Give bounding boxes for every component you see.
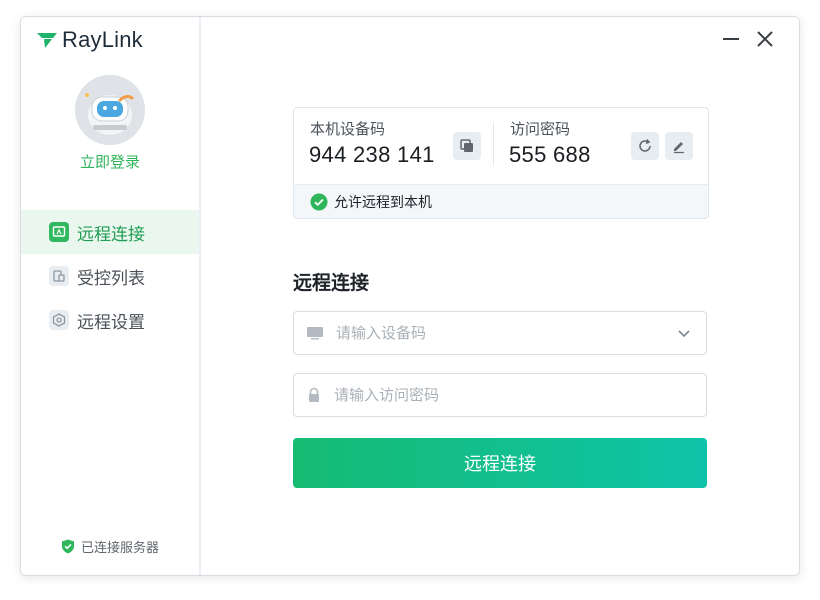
app-window: RayLink 立即登录 远程连接 受控列表 远程设置 已连接服务器 本机设备码… (20, 16, 800, 576)
login-link[interactable]: 立即登录 (21, 151, 199, 172)
sidebar-item-label: 远程设置 (77, 312, 145, 333)
avatar[interactable] (75, 75, 145, 145)
refresh-icon (639, 139, 651, 152)
minimize-icon (723, 38, 739, 40)
allow-remote-row[interactable]: 允许远程到本机 (294, 184, 708, 218)
close-icon (757, 31, 773, 47)
avatar-illustration-icon (75, 75, 145, 145)
edit-icon (674, 142, 684, 154)
sidebar-nav: 远程连接 受控列表 远程设置 (21, 210, 199, 342)
check-circle-icon (310, 193, 328, 210)
close-button[interactable] (753, 27, 777, 51)
password-label: 访问密码 (510, 120, 571, 138)
settings-icon (49, 310, 69, 330)
minimize-button[interactable] (719, 27, 743, 51)
password-input-box[interactable] (293, 373, 707, 417)
device-code-label: 本机设备码 (310, 120, 386, 138)
server-status: 已连接服务器 (21, 537, 199, 556)
sidebar: RayLink 立即登录 远程连接 受控列表 远程设置 已连接服务器 (21, 17, 201, 575)
lock-icon (309, 387, 319, 402)
password-value: 555 688 (509, 142, 591, 167)
card-divider (493, 122, 494, 166)
sidebar-item-controlled-list[interactable]: 受控列表 (21, 254, 199, 298)
refresh-password-button[interactable] (631, 132, 659, 160)
controlled-list-icon (49, 266, 69, 286)
copy-device-code-button[interactable] (453, 132, 481, 160)
raylink-logo-icon (37, 33, 57, 48)
remote-connect-icon (49, 222, 69, 242)
app-logo: RayLink (36, 27, 143, 53)
chevron-down-icon[interactable] (676, 325, 692, 341)
password-input[interactable] (332, 385, 706, 405)
allow-remote-label: 允许远程到本机 (334, 194, 432, 211)
shield-check-icon (61, 539, 74, 554)
connect-button[interactable]: 远程连接 (293, 438, 707, 488)
sidebar-item-remote-settings[interactable]: 远程设置 (21, 298, 199, 342)
device-info-card: 本机设备码 944 238 141 访问密码 555 688 允许远程到本机 (293, 107, 709, 219)
main-panel: 本机设备码 944 238 141 访问密码 555 688 允许远程到本机 远… (201, 17, 799, 575)
sidebar-item-label: 远程连接 (77, 224, 145, 245)
monitor-icon (307, 327, 323, 340)
edit-password-button[interactable] (665, 132, 693, 160)
device-code-input[interactable] (334, 323, 666, 343)
device-code-input-box[interactable] (293, 311, 707, 355)
sidebar-item-label: 受控列表 (77, 268, 145, 289)
app-name: RayLink (62, 27, 143, 52)
device-info-top: 本机设备码 944 238 141 访问密码 555 688 (294, 108, 708, 184)
connect-section-title: 远程连接 (293, 272, 370, 294)
device-code-value: 944 238 141 (309, 142, 435, 167)
sidebar-item-remote-connect[interactable]: 远程连接 (21, 210, 199, 254)
server-status-text: 已连接服务器 (80, 541, 159, 556)
copy-icon (460, 139, 473, 152)
